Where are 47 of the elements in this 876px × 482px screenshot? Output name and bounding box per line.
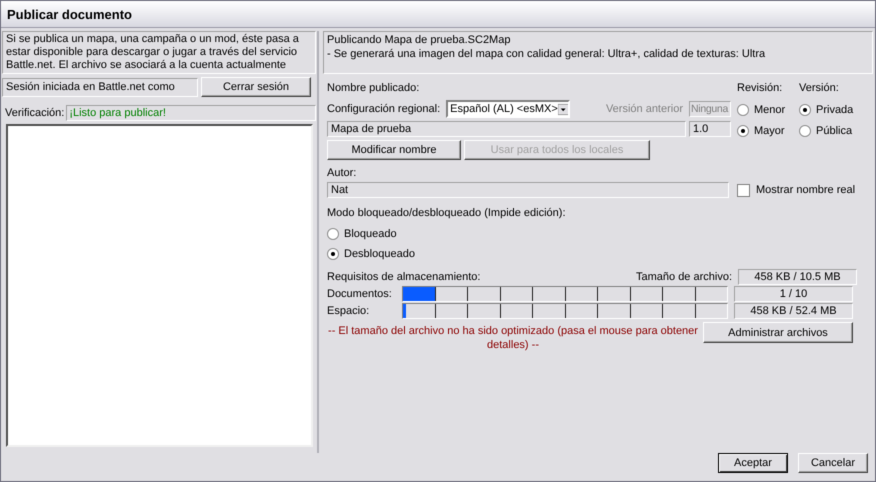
meter-label: Documentos: xyxy=(327,288,393,300)
radio-option[interactable]: Bloqueado xyxy=(323,226,873,242)
published-name-label: Nombre publicado: xyxy=(327,82,420,96)
radio-group-label: Versión: xyxy=(799,82,840,96)
lock-mode-label: Modo bloqueado/desbloqueado (Impide edición): xyxy=(326,207,567,221)
locale-dropdown[interactable]: Español (AL) <esMX> xyxy=(446,100,570,118)
action-button[interactable]: Modificar nombre xyxy=(327,140,461,160)
verification-label: Verificación: xyxy=(5,107,64,119)
author-field[interactable]: Nat xyxy=(327,182,729,198)
version-field: 1.0 xyxy=(689,121,731,137)
name-field[interactable]: Mapa de prueba xyxy=(327,121,686,137)
radio-icon[interactable] xyxy=(799,125,811,137)
meter-reading: 458 KB / 52.4 MB xyxy=(734,303,853,319)
info-text: Publicando Mapa de prueba.SC2Map xyxy=(327,33,512,47)
dialog-button[interactable]: Cancelar xyxy=(798,453,868,473)
file-size-value: 458 KB / 10.5 MB xyxy=(738,269,857,285)
logout-button[interactable]: Cerrar sesión xyxy=(201,77,311,97)
locale-label: Configuración regional: xyxy=(327,103,440,115)
meter-reading: 1 / 10 xyxy=(734,286,853,302)
author-label: Autor: xyxy=(326,167,358,181)
dialog-button[interactable]: Aceptar xyxy=(718,453,788,473)
radio-option[interactable]: Pública xyxy=(799,123,855,139)
radio-icon[interactable] xyxy=(799,104,811,116)
radio-option[interactable]: Menor xyxy=(737,102,793,118)
radio-icon[interactable] xyxy=(327,228,339,240)
radio-group-label: Revisión: xyxy=(737,82,784,96)
verification-status: ¡Listo para publicar! xyxy=(66,105,316,121)
dropdown-arrow-icon[interactable] xyxy=(558,102,568,116)
radio-icon[interactable] xyxy=(737,125,749,137)
radio-icon[interactable] xyxy=(737,104,749,116)
real-name-checkbox[interactable]: Mostrar nombre real xyxy=(737,184,856,196)
radio-option[interactable]: Desbloqueado xyxy=(323,246,873,262)
checkbox-icon[interactable] xyxy=(737,184,750,196)
radio-option[interactable]: Privada xyxy=(799,102,855,118)
radio-icon[interactable] xyxy=(327,248,339,260)
warning-text: -- El tamaño del archivo no ha sido optimizado (pasa el mouse para obtener detalles) -- xyxy=(327,324,699,352)
info-text: - Se generará una imagen del mapa con calidad general: Ultra+, calidad de texturas: Ultra xyxy=(327,47,766,61)
meter-label: Espacio: xyxy=(327,305,370,317)
window-title: Publicar documento xyxy=(7,6,132,22)
storage-label: Requisitos de almacenamiento: xyxy=(327,271,480,283)
manage-files-button[interactable]: Administrar archivos xyxy=(703,322,853,343)
previous-version-field: Ninguna xyxy=(689,101,731,117)
file-size-label: Tamaño de archivo: xyxy=(636,271,732,283)
session-label: Sesión iniciada en Battle.net como xyxy=(2,78,198,96)
intro-text: Si se publica un mapa, una campaña o un mod, éste pasa a estar disponible para descargar o jugar a través del servicio Battle.net. El archivo se asociará a la cuenta actualmente xyxy=(2,31,316,74)
previous-version-label: Versión anterior xyxy=(606,103,683,115)
radio-option[interactable]: Mayor xyxy=(737,123,793,139)
